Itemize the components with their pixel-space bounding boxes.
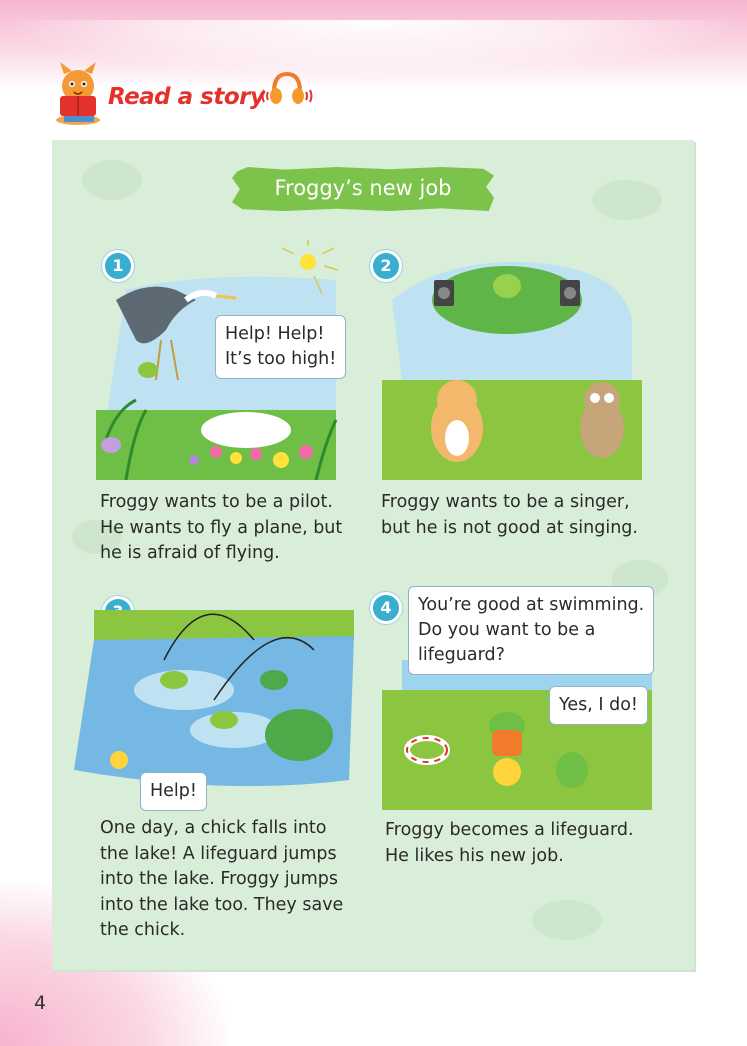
caption-line: Froggy wants to be a singer, — [381, 492, 630, 512]
panel-4-bubble-line: Do you want to be a — [418, 620, 596, 640]
panel-1-caption: Froggy wants to be a pilot. He wants to … — [100, 490, 342, 567]
panel-4-speech-bubble-coach: You’re good at swimming. Do you want to … — [408, 586, 655, 675]
caption-line: He likes his new job. — [385, 845, 564, 866]
panel-4-number: 4 — [370, 592, 402, 624]
caption-line: the lake! A lifeguard jumps — [100, 843, 337, 864]
caption-line: into the lake. Froggy jumps — [100, 869, 339, 889]
panel-4-bubble-line: You’re good at swimming. — [418, 595, 645, 615]
caption-line: Froggy becomes a lifeguard. — [385, 820, 634, 840]
panel-2-illustration — [382, 261, 642, 480]
panel-3-illustration — [74, 610, 354, 787]
story-panel: Froggy’s new job 1 Help! Help! It’s too … — [52, 140, 694, 970]
panel-1-bubble-line: Help! Help! — [225, 324, 325, 344]
caption-line: He wants to fly a plane, but — [100, 517, 343, 538]
panel-4-bubble-line: lifeguard? — [418, 645, 505, 665]
panel-4-illustration — [382, 660, 652, 810]
reading-cat-icon — [56, 62, 100, 125]
caption-line: he is afraid of flying. — [100, 543, 280, 563]
top-swoosh — [0, 20, 747, 80]
panel-3-caption: One day, a chick falls into the lake! A … — [100, 816, 343, 944]
panel-3-bubble-line: Help! — [150, 781, 197, 801]
panel-1-bubble-line: It’s too high! — [225, 349, 337, 369]
story-title: Froggy’s new job — [274, 176, 452, 200]
page-number: 4 — [34, 992, 47, 1014]
panel-2-caption: Froggy wants to be a singer, but he is n… — [381, 490, 638, 541]
caption-line: One day, a chick falls into — [100, 818, 327, 838]
panel-1-speech-bubble: Help! Help! It’s too high! — [215, 315, 347, 379]
panel-4-speech-bubble-froggy: Yes, I do! — [549, 686, 648, 725]
headphones-audio-icon[interactable] — [260, 68, 314, 110]
panel-4-caption: Froggy becomes a lifeguard. He likes his… — [385, 818, 634, 869]
section-title: Read a story — [108, 84, 265, 110]
panel-4-bubble-line: Yes, I do! — [559, 695, 638, 715]
caption-line: into the lake too. They save — [100, 894, 344, 915]
caption-line: the chick. — [100, 920, 186, 940]
caption-line: Froggy wants to be a pilot. — [100, 492, 333, 512]
caption-line: but he is not good at singing. — [381, 517, 638, 538]
panel-3-speech-bubble: Help! — [140, 772, 207, 811]
